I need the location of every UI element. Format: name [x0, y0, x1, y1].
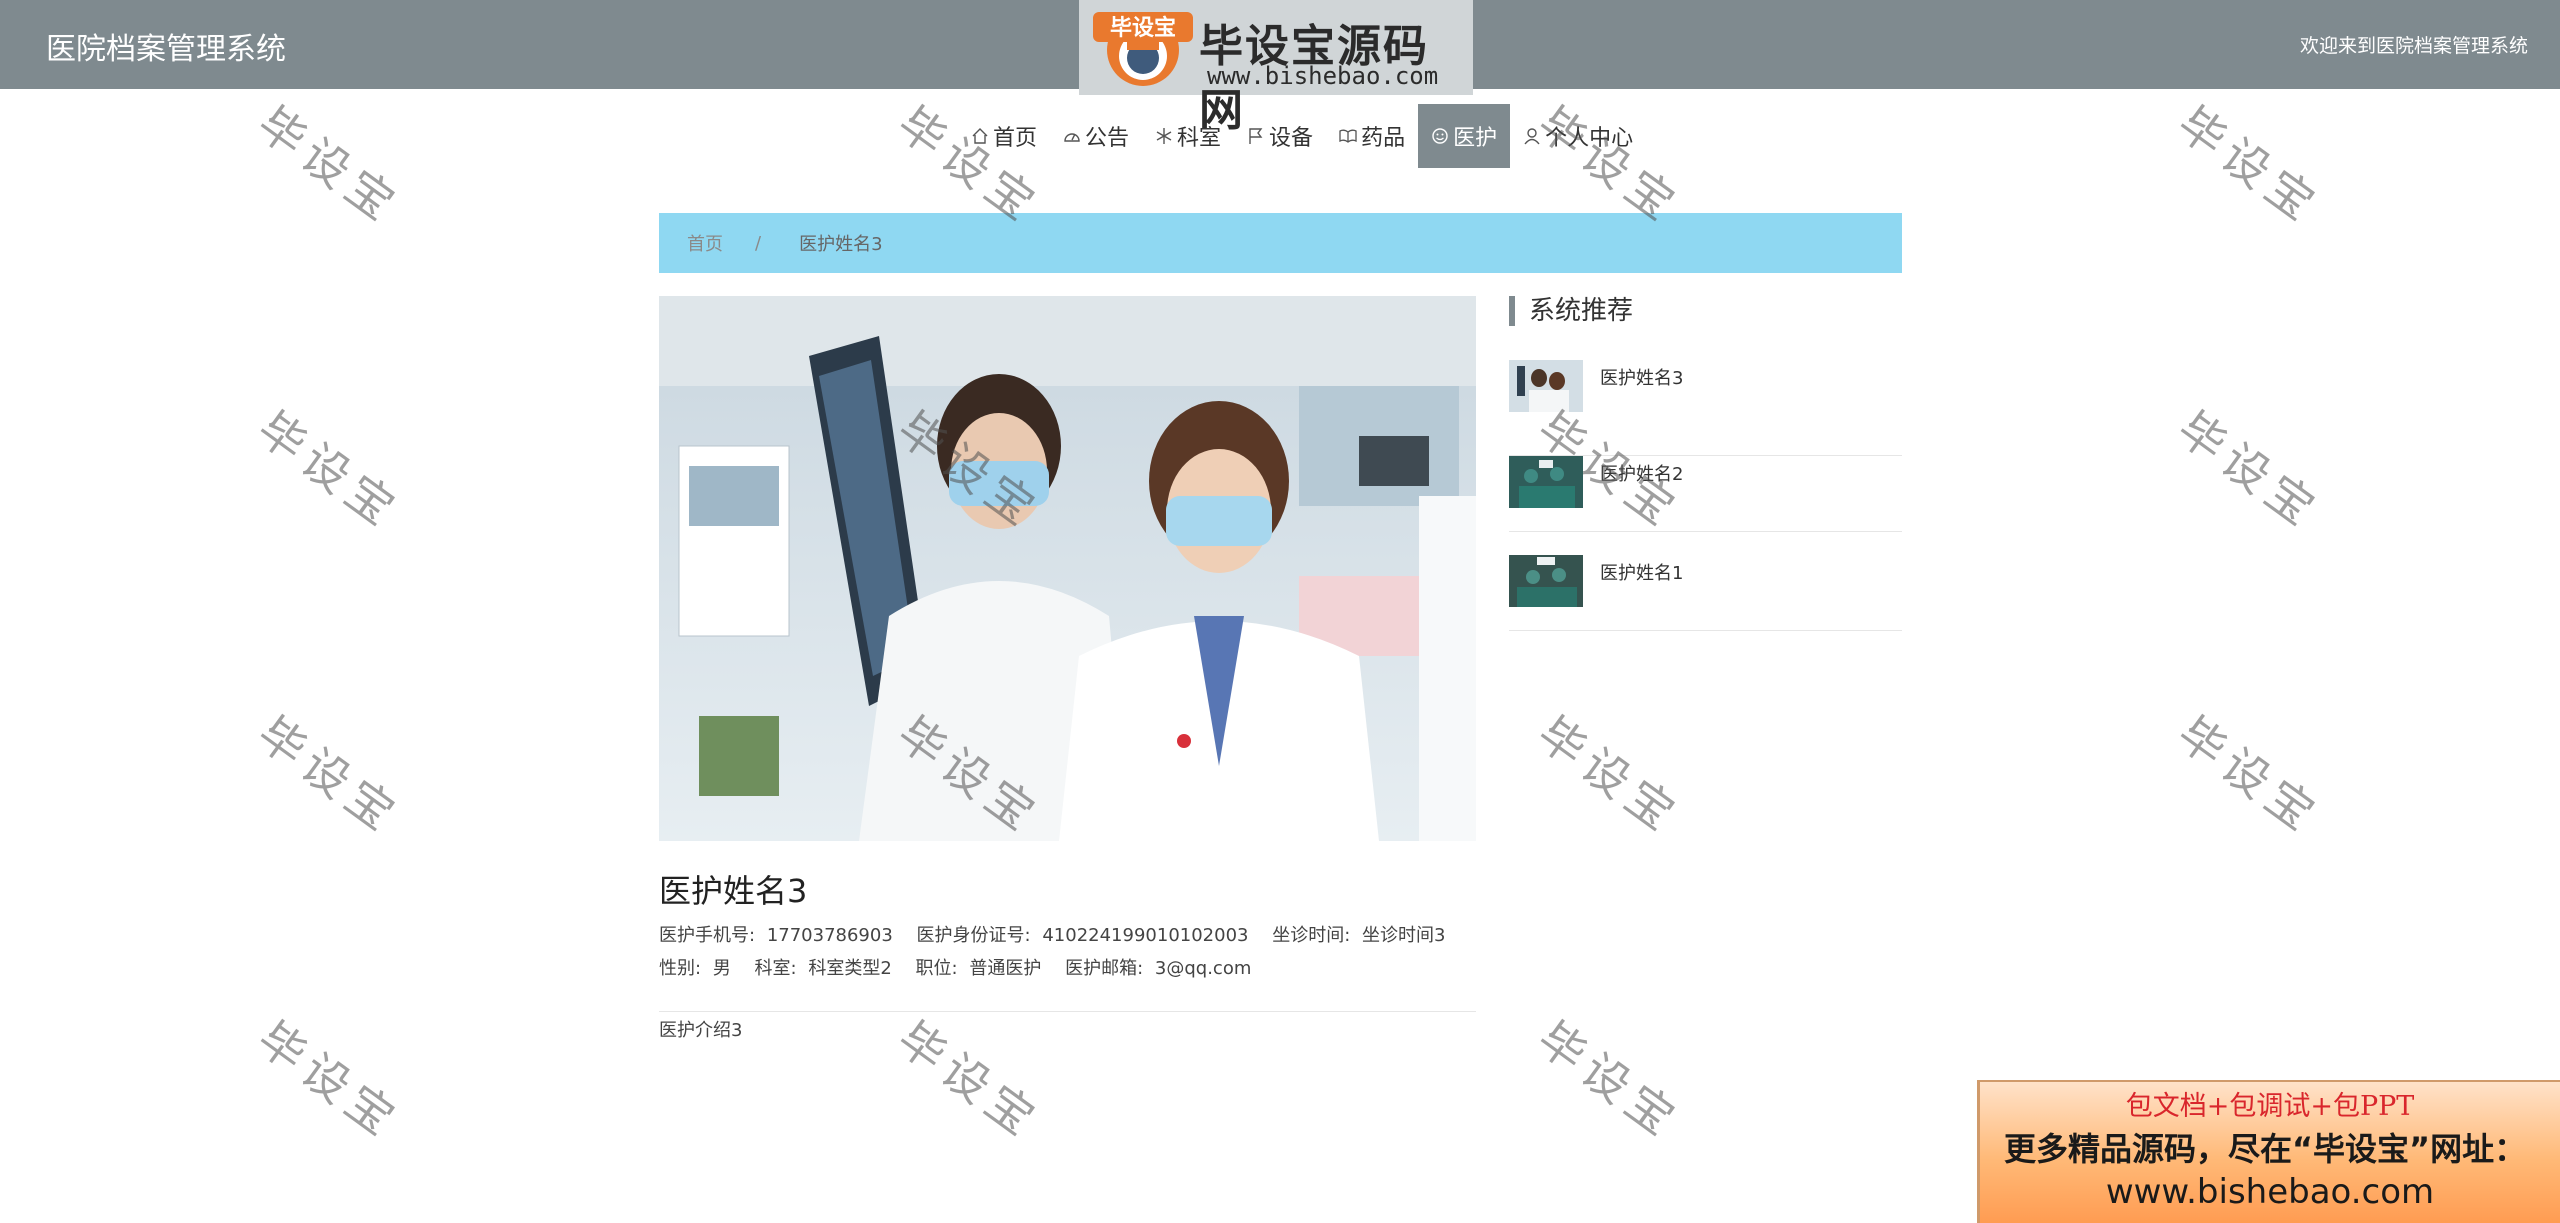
recommend-name[interactable]: 医护姓名2 [1600, 460, 1683, 486]
flag-icon [1249, 128, 1263, 144]
page: 医院档案管理系统 欢迎来到医院档案管理系统 毕设宝 毕设宝源码网 www.bis… [0, 0, 2560, 1223]
promo-banner[interactable]: 包文档+包调试+包PPT 更多精品源码，尽在“毕设宝”网址： www.bishe… [1977, 1080, 2560, 1223]
breadcrumb: 首页 / 医护姓名3 [659, 213, 1902, 273]
book-icon [1339, 129, 1357, 143]
phone-label: 医护手机号: [659, 925, 756, 946]
watermark: 毕设宝 [247, 95, 411, 235]
recommend-item[interactable]: 医护姓名1 [1509, 555, 1902, 631]
nav-label: 医护 [1453, 126, 1498, 151]
promo-tagline: 包文档+包调试+包PPT [2125, 1091, 2415, 1122]
nav-item-home[interactable]: 首页 [958, 104, 1050, 168]
nav-item-department[interactable]: 科室 [1142, 104, 1234, 168]
breadcrumb-current: 医护姓名3 [799, 234, 883, 255]
promo-url[interactable]: www.bishebao.com [1980, 1172, 2560, 1212]
time-value: 坐诊时间3 [1362, 925, 1446, 946]
site-title[interactable]: 医院档案管理系统 [46, 24, 286, 68]
nav-item-medicine[interactable]: 药品 [1326, 104, 1418, 168]
recommend-name[interactable]: 医护姓名1 [1600, 559, 1683, 585]
nav-label: 首页 [993, 126, 1038, 151]
recommend-name[interactable]: 医护姓名3 [1600, 364, 1683, 390]
recommend-item[interactable]: 医护姓名2 [1509, 456, 1902, 532]
sidebar-title: 系统推荐 [1509, 296, 1633, 326]
position-label: 职位: [915, 958, 958, 979]
time-label: 坐诊时间: [1272, 925, 1351, 946]
divider [659, 1011, 1476, 1012]
welcome-text: 欢迎来到医院档案管理系统 [2299, 35, 2528, 57]
nav-label: 公告 [1085, 126, 1130, 151]
recommend-thumbnail[interactable] [1509, 360, 1583, 412]
nav-item-medical-staff[interactable]: 医护 [1418, 104, 1511, 168]
gender-label: 性别: [659, 958, 702, 979]
watermark: 毕设宝 [247, 705, 411, 845]
watermark: 毕设宝 [2167, 400, 2331, 540]
logo-badge-text: 毕设宝 [1110, 15, 1176, 41]
bishebao-logo: 毕设宝 毕设宝源码网 www.bishebao.com [1079, 0, 1473, 136]
home-icon [972, 128, 988, 144]
email-value: 3@qq.com [1154, 958, 1252, 979]
id-value: 410224199010102003 [1042, 925, 1249, 946]
logo-url: www.bishebao.com [1207, 62, 1439, 90]
id-label: 医护身份证号: [916, 925, 1031, 946]
nav-label: 设备 [1269, 126, 1314, 151]
staff-info-line-1: 医护手机号: 17703786903 医护身份证号: 4102241990101… [659, 921, 1451, 947]
nav-item-equipment[interactable]: 设备 [1234, 104, 1326, 168]
watermark: 毕设宝 [247, 400, 411, 540]
watermark: 毕设宝 [887, 1010, 1051, 1150]
email-label: 医护邮箱: [1065, 958, 1144, 979]
nav-label: 药品 [1361, 126, 1406, 151]
recommend-item[interactable]: 医护姓名3 [1509, 360, 1902, 456]
watermark: 毕设宝 [247, 1010, 411, 1150]
position-value: 普通医护 [969, 958, 1042, 979]
breadcrumb-separator: / [755, 232, 762, 254]
nav-item-announcement[interactable]: 公告 [1050, 104, 1142, 168]
nav-item-profile[interactable]: 个人中心 [1510, 104, 1646, 168]
face-icon [1432, 128, 1448, 144]
staff-info-line-2: 性别: 男 科室: 科室类型2 职位: 普通医护 医护邮箱: 3@qq.com [659, 954, 1257, 980]
watermark: 毕设宝 [1527, 1010, 1691, 1150]
logo-emblem-icon: 毕设宝 [1093, 12, 1193, 86]
dept-value: 科室类型2 [808, 958, 892, 979]
staff-photo [659, 296, 1476, 841]
recommend-thumbnail[interactable] [1509, 555, 1583, 607]
staff-intro: 医护介绍3 [659, 1020, 743, 1041]
recommend-thumbnail[interactable] [1509, 456, 1583, 508]
nav-label: 个人中心 [1545, 126, 1634, 151]
promo-message: 更多精品源码，尽在“毕设宝”网址： [2004, 1130, 2527, 1168]
watermark: 毕设宝 [2167, 95, 2331, 235]
gauge-icon [1064, 133, 1080, 142]
gender-value: 男 [712, 958, 731, 979]
watermark: 毕设宝 [2167, 705, 2331, 845]
staff-name: 医护姓名3 [659, 872, 808, 910]
main-nav: 首页 公告 科室 设备 药品 医护 个人中心 [958, 104, 1646, 168]
breadcrumb-home-link[interactable]: 首页 [687, 230, 723, 256]
nav-label: 科室 [1177, 126, 1222, 151]
snowflake-icon [1156, 128, 1172, 144]
phone-value: 17703786903 [766, 925, 893, 946]
user-icon [1524, 128, 1540, 145]
dept-label: 科室: [754, 958, 797, 979]
watermark: 毕设宝 [1527, 705, 1691, 845]
